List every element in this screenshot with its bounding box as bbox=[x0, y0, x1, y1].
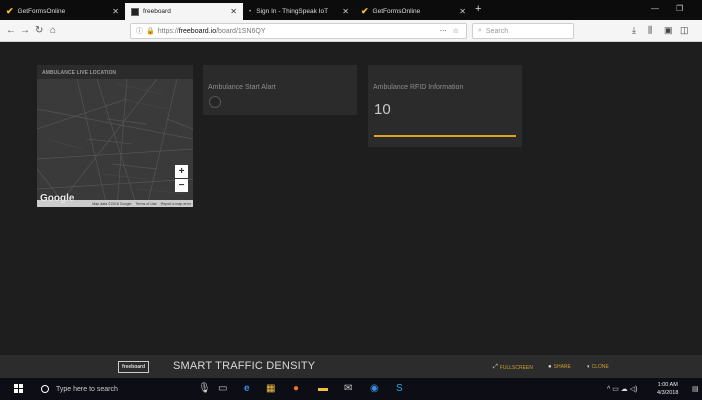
rfid-label: Ambulance RFID Information bbox=[373, 84, 464, 91]
download-icon[interactable]: ⤓ bbox=[632, 25, 636, 36]
map-roads bbox=[37, 79, 193, 207]
rfid-widget: Ambulance RFID Information 10 bbox=[368, 65, 522, 147]
fullscreen-button[interactable]: ⤢ FULLSCREEN bbox=[493, 364, 533, 371]
alert-widget: Ambulance Start Alart bbox=[203, 65, 357, 115]
share-button[interactable]: ● SHARE bbox=[548, 364, 571, 370]
clone-button[interactable]: ◑ CLONE bbox=[586, 364, 609, 370]
map-widget-title: AMBULANCE LIVE LOCATION bbox=[42, 70, 117, 76]
forward-icon[interactable]: → bbox=[20, 25, 30, 36]
rfid-sparkline bbox=[374, 135, 516, 137]
maximize-icon[interactable]: ❐ bbox=[676, 4, 683, 13]
tab-getformsonline[interactable]: ✔ GetFormsOnline ✕ bbox=[0, 3, 125, 20]
clone-label: CLONE bbox=[591, 364, 609, 370]
windows-taskbar: Type here to search 🎙 ▭ e ▦ ● ▬ ✉ ◉ S ^ … bbox=[0, 378, 702, 400]
freeboard-icon bbox=[131, 7, 139, 16]
file-explorer-icon[interactable]: ▬ bbox=[318, 383, 328, 394]
zoom-out-button[interactable]: − bbox=[175, 179, 188, 192]
url-host: freeboard.io bbox=[178, 27, 217, 35]
home-icon[interactable]: ⌂ bbox=[50, 25, 56, 36]
check-icon: ✔ bbox=[361, 6, 369, 16]
map-attribution: Map data ©2018 Google Terms of Use Repor… bbox=[37, 200, 193, 207]
edge-icon[interactable]: e bbox=[244, 383, 250, 394]
clone-icon: ◑ bbox=[586, 364, 590, 370]
zoom-in-button[interactable]: + bbox=[175, 165, 188, 178]
tab-label: freeboard bbox=[143, 8, 171, 15]
close-icon[interactable]: ✕ bbox=[230, 7, 237, 16]
url-bar[interactable]: ⓘ 🔒 https://freeboard.io/board/1SN6QY ⋯ … bbox=[130, 23, 467, 39]
user-icon: ● bbox=[548, 364, 552, 370]
alert-indicator-light bbox=[209, 96, 221, 108]
alert-label: Ambulance Start Alart bbox=[208, 84, 276, 91]
tab-label: Sign In - ThingSpeak IoT bbox=[256, 8, 329, 15]
tray-icons[interactable]: ^ ▭ ☁ ◁) bbox=[607, 385, 637, 393]
map-widget: AMBULANCE LIVE LOCATION + − Google Map d… bbox=[37, 65, 193, 207]
dashboard-title: SMART TRAFFIC DENSITY bbox=[173, 360, 316, 372]
terms-link[interactable]: Terms of Use bbox=[135, 202, 156, 206]
taskbar-search-input[interactable]: Type here to search bbox=[34, 378, 216, 400]
navigation-bar: ← → ↻ ⌂ ⓘ 🔒 https://freeboard.io/board/1… bbox=[0, 20, 702, 42]
close-icon[interactable]: ✕ bbox=[459, 7, 466, 16]
tab-thingspeak[interactable]: • Sign In - ThingSpeak IoT ✕ bbox=[243, 3, 355, 20]
reader-icon[interactable]: ◫ bbox=[680, 25, 689, 36]
system-clock[interactable]: 1:00 AM 4/3/2018 bbox=[657, 381, 678, 397]
chrome-icon[interactable]: ◉ bbox=[370, 383, 379, 394]
lock-icon: 🔒 bbox=[146, 28, 155, 35]
expand-icon: ⤢ bbox=[493, 364, 498, 370]
freeboard-logo[interactable]: freeboard bbox=[118, 361, 150, 373]
dashboard-footer: freeboard SMART TRAFFIC DENSITY ⤢ FULLSC… bbox=[0, 355, 702, 378]
close-icon[interactable]: ✕ bbox=[112, 7, 119, 16]
reload-icon[interactable]: ↻ bbox=[35, 25, 43, 36]
skype-icon[interactable]: S bbox=[396, 383, 403, 394]
close-icon[interactable]: ✕ bbox=[342, 7, 349, 16]
search-input[interactable]: ⌕ Search bbox=[472, 23, 574, 39]
share-label: SHARE bbox=[553, 364, 571, 370]
notifications-icon[interactable]: ▤ bbox=[692, 385, 699, 393]
mail-icon[interactable]: ✉ bbox=[344, 383, 352, 394]
tab-freeboard[interactable]: freeboard ✕ bbox=[125, 3, 243, 20]
browser-tab-bar: ✔ GetFormsOnline ✕ freeboard ✕ • Sign In… bbox=[0, 0, 702, 20]
tab-label: GetFormsOnline bbox=[17, 8, 66, 15]
tab-label: GetFormsOnline bbox=[372, 8, 421, 15]
url-prefix: https:// bbox=[157, 27, 179, 35]
taskbar-search-placeholder: Type here to search bbox=[56, 385, 118, 393]
microphone-icon[interactable]: 🎙 bbox=[198, 383, 211, 394]
clock-date: 4/3/2018 bbox=[657, 390, 679, 396]
back-icon[interactable]: ← bbox=[6, 25, 16, 36]
dashboard-area: AMBULANCE LIVE LOCATION + − Google Map d… bbox=[0, 42, 702, 355]
task-view-icon[interactable]: ▭ bbox=[218, 383, 227, 394]
search-placeholder: Search bbox=[485, 27, 509, 35]
firefox-icon[interactable]: ● bbox=[293, 383, 299, 394]
map-view[interactable]: + − Google Map data ©2018 Google Terms o… bbox=[37, 79, 193, 207]
page-actions-icon[interactable]: ⋯ ☆ bbox=[440, 27, 461, 35]
cortana-icon bbox=[41, 385, 49, 393]
info-icon[interactable]: ⓘ bbox=[136, 26, 143, 36]
check-icon: ✔ bbox=[6, 6, 14, 16]
windows-start-icon[interactable] bbox=[14, 384, 23, 393]
store-icon[interactable]: ▦ bbox=[266, 383, 275, 394]
url-path: /board/1SN6QY bbox=[216, 27, 266, 35]
tab-getformsonline-2[interactable]: ✔ GetFormsOnline ✕ bbox=[355, 3, 472, 20]
library-icon[interactable]: ⫼ bbox=[648, 25, 652, 36]
minimize-icon[interactable]: — bbox=[651, 4, 659, 13]
fullscreen-label: FULLSCREEN bbox=[499, 364, 533, 371]
sidebar-icon[interactable]: ▣ bbox=[664, 25, 673, 36]
dot-icon: • bbox=[249, 8, 252, 15]
search-icon: ⌕ bbox=[478, 27, 482, 34]
report-link[interactable]: Report a map error bbox=[161, 202, 191, 206]
map-data-text: Map data ©2018 Google bbox=[92, 201, 132, 206]
new-tab-button[interactable]: + bbox=[475, 3, 481, 15]
clock-time: 1:00 AM bbox=[657, 382, 678, 388]
rfid-value: 10 bbox=[374, 101, 391, 118]
